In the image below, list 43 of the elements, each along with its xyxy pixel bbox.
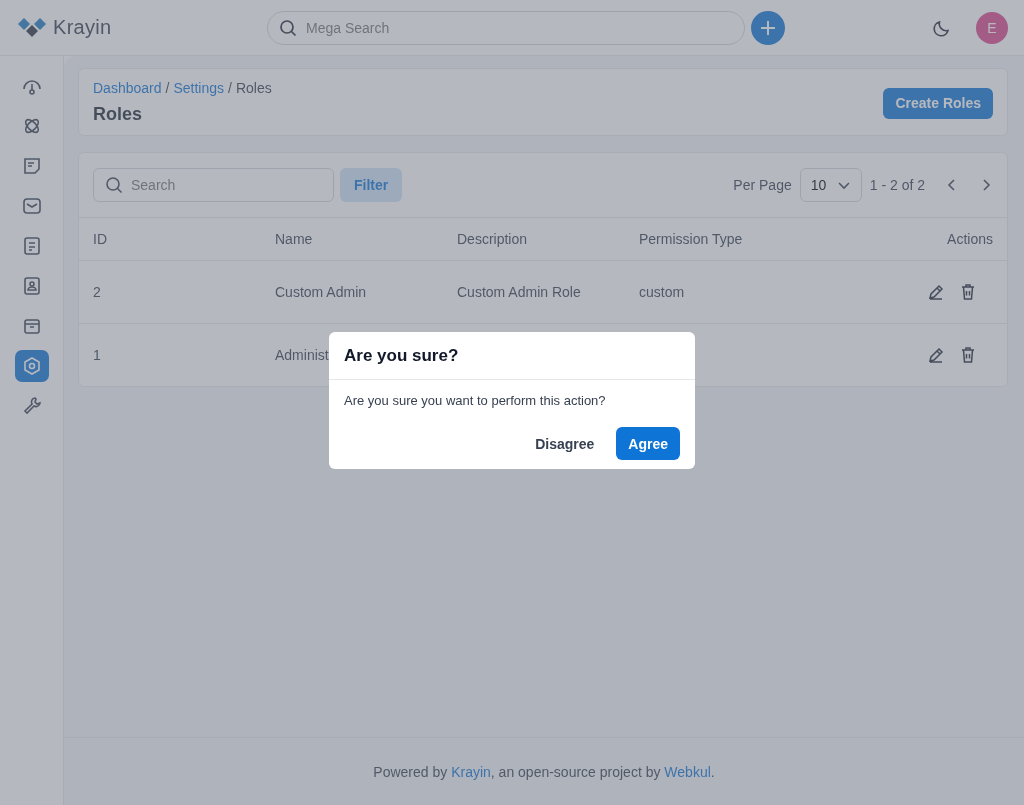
breadcrumb-current: Roles (235, 79, 272, 96)
column-header: ID (93, 231, 108, 247)
logo-icon (17, 16, 47, 39)
disagree-button[interactable]: Disagree (529, 427, 601, 460)
create-roles-button[interactable]: Create Roles (883, 87, 993, 119)
breadcrumb-link[interactable]: Dashboard (93, 79, 162, 96)
brand-name: Krayin (53, 16, 112, 39)
page-title: Roles (93, 103, 144, 125)
column-header: Actions (947, 231, 993, 247)
dialog-message: Are you sure you want to perform this action? (343, 392, 607, 408)
breadcrumb-separator: / (228, 79, 232, 96)
edit-icon[interactable] (927, 346, 945, 364)
mail-icon (20, 195, 43, 217)
footer-link[interactable]: Krayin (451, 764, 491, 780)
trash-icon[interactable] (959, 283, 977, 301)
table-cell: custom (639, 284, 685, 300)
page-range: 1 - 2 of 2 (869, 177, 925, 193)
add-button[interactable] (751, 10, 785, 45)
edit-icon[interactable] (927, 283, 945, 301)
mega-search-field[interactable]: Mega Search (267, 10, 745, 45)
plus-icon (759, 18, 777, 37)
search-icon (279, 18, 297, 37)
footer-link[interactable]: Webkul (664, 764, 711, 780)
table-cell: 1 (93, 347, 101, 363)
dialog-title: Are you sure? (329, 332, 695, 380)
per-page-select[interactable]: 10 (799, 168, 862, 202)
table-cell: 2 (93, 284, 101, 300)
search-icon (105, 176, 123, 194)
breadcrumb-separator: / (165, 79, 170, 96)
column-header: Description (457, 231, 529, 247)
filter-button[interactable]: Filter (340, 168, 403, 202)
table-cell: Administ (275, 347, 329, 363)
sidebar-item[interactable] (14, 350, 49, 382)
table-cell: Custom Admin (275, 284, 367, 300)
trash-icon[interactable] (959, 346, 977, 364)
breadcrumb-link[interactable]: Settings (173, 79, 224, 96)
column-header: Permission Type (639, 231, 744, 247)
per-page-label: Per Page (733, 177, 792, 193)
table-cell: Custom Admin Role (457, 284, 581, 300)
user-avatar[interactable]: E (976, 11, 1008, 44)
column-header: Name (275, 231, 314, 247)
agree-button[interactable]: Agree (616, 427, 680, 460)
search-field[interactable]: Search (93, 168, 334, 202)
